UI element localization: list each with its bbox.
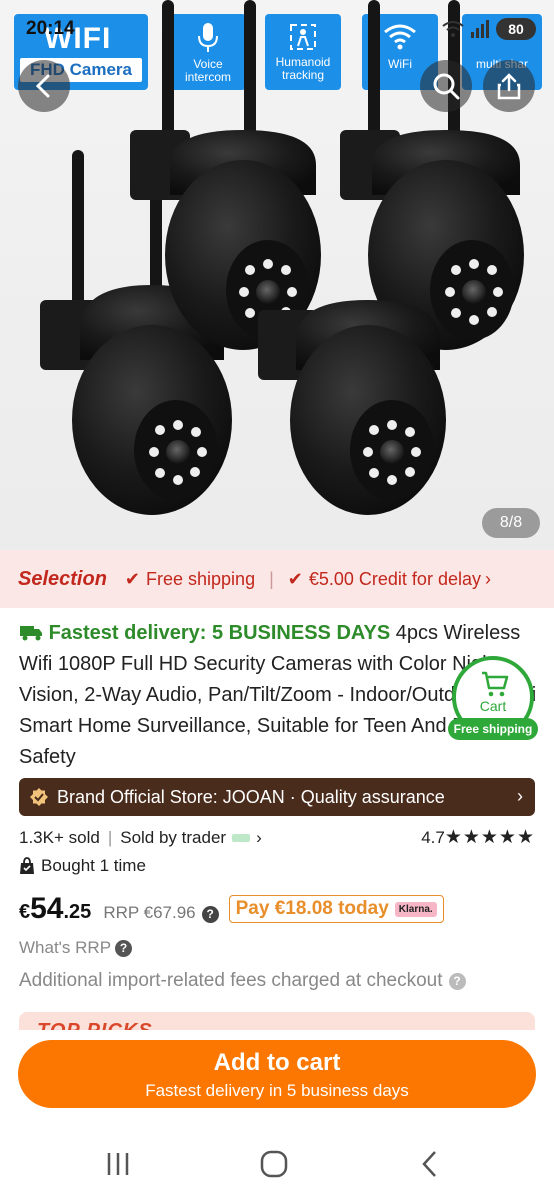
price-integer: 54 [30,892,64,925]
price-currency: € [19,901,31,923]
share-icon [497,73,521,100]
cart-label: Cart [479,698,507,714]
selection-title: Selection [18,567,107,590]
klarna-logo: Klarna. [394,901,437,917]
rating[interactable]: 4.7★★★★★ [421,826,535,849]
back-button[interactable] [18,60,70,112]
add-to-cart-label: Add to cart [213,1049,341,1076]
add-to-cart-button[interactable]: Add to cart Fastest delivery in 5 busine… [18,1040,536,1108]
image-page-indicator: 8/8 [482,508,540,538]
sold-by-link[interactable]: Sold by trader [120,828,226,848]
bought-row: Bought 1 time [19,852,146,880]
price-decimal: .25 [63,901,92,923]
share-button[interactable] [483,60,535,112]
product-image-carousel[interactable]: WIFI FHD Camera Voice intercom Humanoid … [0,0,554,550]
status-bar: 20:14 80 [0,0,554,58]
battery-indicator: 80 [496,18,536,40]
selection-bar[interactable]: Selection ✔ Free shipping | ✔ €5.00 Cred… [0,550,554,608]
credit-label: €5.00 Credit for delay [308,568,481,589]
whats-rrp-label: What's RRP [19,938,112,957]
system-navigation-bar [0,1124,554,1200]
price-row: € 54 .25 RRP €67.96 ? Pay €18.08 today K… [19,892,539,932]
cart-icon [482,671,509,697]
delivery-truck-icon [20,626,42,641]
question-icon: ? [115,939,133,957]
check-icon: ✔ [124,568,141,589]
add-to-cart-sublabel: Fastest delivery in 5 business days [145,1081,409,1100]
whats-rrp-link[interactable]: What's RRP ? [19,938,133,958]
brand-store-text: Brand Official Store: JOOAN · Quality as… [57,786,445,807]
sold-count: 1.3K+ sold [19,828,100,847]
search-icon [433,73,460,100]
import-fees-note: Additional import-related fees charged a… [19,970,539,992]
free-shipping-pill: Free shipping [448,718,538,740]
divider: | [269,568,274,589]
pay-today-label: Pay €18.08 today [235,898,389,919]
status-icons: 80 [442,18,536,40]
fastest-delivery-tag: Fastest delivery: 5 BUSINESS DAYS [48,622,391,644]
home-icon [260,1150,288,1178]
chevron-right-icon: › [517,786,523,806]
wifi-status-icon [442,21,464,37]
chevron-right-icon: › [484,568,491,589]
status-time: 20:14 [26,18,75,39]
chevron-right-icon: › [256,828,262,847]
recent-apps-button[interactable] [98,1146,138,1182]
import-fees-text: Additional import-related fees charged a… [19,970,443,991]
star-rating-icon: ★★★★★ [444,827,535,848]
rrp-price: RRP €67.96 [103,903,196,922]
signal-icon [471,20,489,38]
recent-apps-icon [107,1153,129,1175]
search-button[interactable] [420,60,472,112]
check-icon: ✔ [287,568,303,589]
home-button[interactable] [254,1146,294,1182]
free-shipping-label: Free shipping [146,568,256,589]
divider: | [107,828,113,847]
sales-meta-row: 1.3K+ sold | Sold by trader › 4.7★★★★★ [19,824,535,852]
shopping-bag-icon [20,857,34,874]
chevron-left-icon [35,74,50,98]
bottom-action-panel: Add to cart Fastest delivery in 5 busine… [0,1030,554,1124]
bought-count: Bought 1 time [41,856,146,875]
rating-value: 4.7 [421,828,445,847]
system-back-button[interactable] [410,1146,450,1182]
back-arrow-icon [422,1151,436,1177]
verified-badge-icon [30,788,48,806]
question-icon[interactable]: ? [448,972,466,990]
question-icon[interactable]: ? [201,906,219,923]
brand-store-bar[interactable]: Brand Official Store: JOOAN · Quality as… [19,778,535,816]
trader-badge-icon [232,834,251,842]
pay-later-box[interactable]: Pay €18.08 today Klarna. [228,895,444,923]
